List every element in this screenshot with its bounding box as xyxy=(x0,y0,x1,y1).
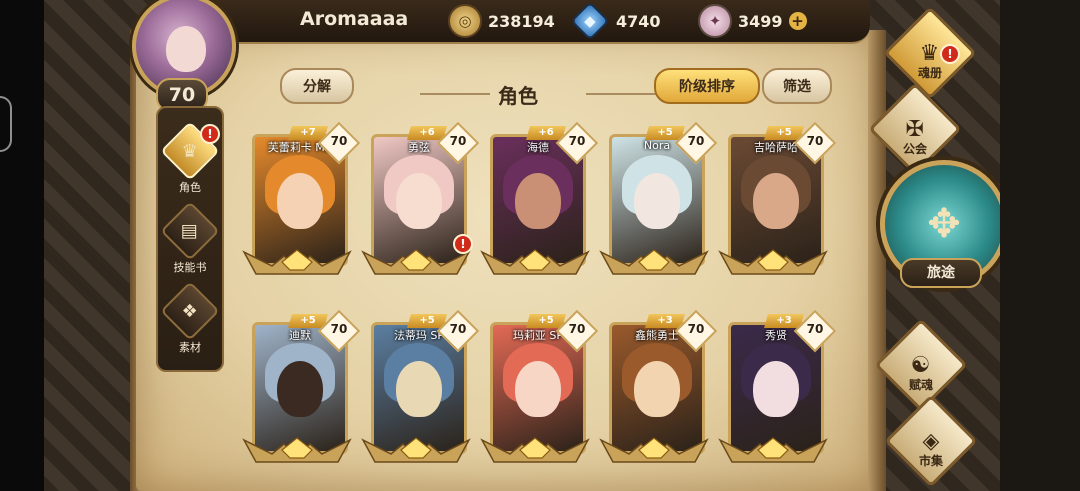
character-level: 70 xyxy=(330,322,348,336)
rank-crown-icon xyxy=(242,249,352,275)
title-ornament-right xyxy=(586,93,656,95)
player-name: Aromaaaa xyxy=(300,8,409,30)
character-level: 70 xyxy=(449,134,467,148)
material-icon: ❖ xyxy=(160,281,220,341)
add-crystal-button[interactable]: + xyxy=(788,12,807,30)
character-card[interactable]: 玛莉亚 SP +5 70 xyxy=(480,309,599,463)
gem-resource: ◆ 4740 xyxy=(570,1,661,41)
portrait-face xyxy=(634,173,680,229)
menu-label-journey: 旅途 xyxy=(900,258,982,288)
portrait-face xyxy=(277,361,323,417)
character-card[interactable]: 芙蕾莉卡 MZ +7 70 xyxy=(242,121,361,275)
character-level: 70 xyxy=(568,322,586,336)
rank-crown-icon xyxy=(361,437,471,463)
character-level: 70 xyxy=(806,322,824,336)
sort-by-rank-button[interactable]: 阶级排序 xyxy=(654,68,760,104)
character-card[interactable]: 海德 +6 70 xyxy=(480,121,599,275)
crystal-amount: 3499 xyxy=(738,11,783,31)
menu-guild[interactable]: ✠ 公会 xyxy=(860,82,970,176)
character-level: 70 xyxy=(330,134,348,148)
decompose-button[interactable]: 分解 xyxy=(280,68,354,104)
blue-gem-icon: ◆ xyxy=(570,1,610,41)
rank-crown-icon xyxy=(599,249,709,275)
portrait-face xyxy=(515,361,561,417)
portrait-face xyxy=(396,361,442,417)
menu-label-soul-empower: 赋魂 xyxy=(908,378,933,392)
portrait-face xyxy=(396,173,442,229)
skillbook-icon: ▤ xyxy=(160,201,220,261)
pink-crystal-icon: ✦ xyxy=(698,4,732,38)
character-level: 70 xyxy=(449,322,467,336)
menu-label-guild: 公会 xyxy=(902,142,927,156)
rank-crown-icon xyxy=(480,437,590,463)
soul-book-alert-icon: ! xyxy=(940,44,960,64)
nav-label-character: 角色 xyxy=(179,181,201,194)
menu-market[interactable]: ◈ 市集 xyxy=(876,394,986,488)
portrait-face xyxy=(753,361,799,417)
crystal-resource[interactable]: ✦ 3499 + xyxy=(698,4,807,38)
character-alert-icon: ! xyxy=(200,124,220,144)
title-ornament-left xyxy=(420,93,490,95)
screen-left-edge xyxy=(0,0,44,491)
character-card[interactable]: 法蒂玛 SP +5 70 xyxy=(361,309,480,463)
rank-crown-icon xyxy=(718,249,828,275)
system-side-handle[interactable] xyxy=(0,96,12,152)
portrait-face xyxy=(515,173,561,229)
portrait-face xyxy=(277,173,323,229)
rank-crown-icon xyxy=(242,437,352,463)
character-card[interactable]: 吉哈萨哈 +5 70 xyxy=(718,121,837,275)
portrait-face xyxy=(634,361,680,417)
menu-journey[interactable]: ✥ 旅途 xyxy=(880,160,1008,306)
rank-crown-icon xyxy=(599,437,709,463)
avatar-face xyxy=(166,26,206,72)
character-card[interactable]: Nora +5 70 xyxy=(599,121,718,275)
character-alert-icon: ! xyxy=(453,234,473,254)
character-level: 70 xyxy=(806,134,824,148)
character-level: 70 xyxy=(687,322,705,336)
character-level: 70 xyxy=(568,134,586,148)
character-level: 70 xyxy=(687,134,705,148)
menu-soul-book[interactable]: ♛ 魂册 ! xyxy=(880,6,980,100)
nav-label-material: 素材 xyxy=(179,341,201,354)
nav-item-character[interactable]: ♛ 角色 ! xyxy=(158,121,222,195)
nav-item-material[interactable]: ❖ 素材 xyxy=(158,281,222,355)
character-card[interactable]: 勇弦 +6 70! xyxy=(361,121,480,275)
player-avatar-frame[interactable]: 70 xyxy=(126,0,236,112)
character-card[interactable]: 秀贤 +3 70 xyxy=(718,309,837,463)
portrait-face xyxy=(753,173,799,229)
character-card[interactable]: 迪默 +5 70 xyxy=(242,309,361,463)
character-card[interactable]: 鑫熊勇士 +3 70 xyxy=(599,309,718,463)
gold-resource: ◎ 238194 xyxy=(448,4,555,38)
nav-label-skillbook: 技能书 xyxy=(173,261,207,274)
menu-soul-empower[interactable]: ☯ 赋魂 xyxy=(866,318,976,412)
screen-right-edge xyxy=(1000,0,1080,491)
left-category-nav: ♛ 角色 ! ▤ 技能书 ❖ 素材 xyxy=(156,106,224,372)
gold-coin-icon: ◎ xyxy=(448,4,482,38)
rank-crown-icon xyxy=(480,249,590,275)
menu-label-market: 市集 xyxy=(918,454,943,468)
filter-button[interactable]: 筛选 xyxy=(762,68,832,104)
gem-amount: 4740 xyxy=(616,11,661,31)
nav-item-skillbook[interactable]: ▤ 技能书 xyxy=(158,201,222,275)
gold-amount: 238194 xyxy=(488,11,555,31)
rank-crown-icon xyxy=(361,249,471,275)
page-title: 角色 xyxy=(498,84,538,108)
menu-label-soul-book: 魂册 xyxy=(917,66,942,80)
rank-crown-icon xyxy=(718,437,828,463)
